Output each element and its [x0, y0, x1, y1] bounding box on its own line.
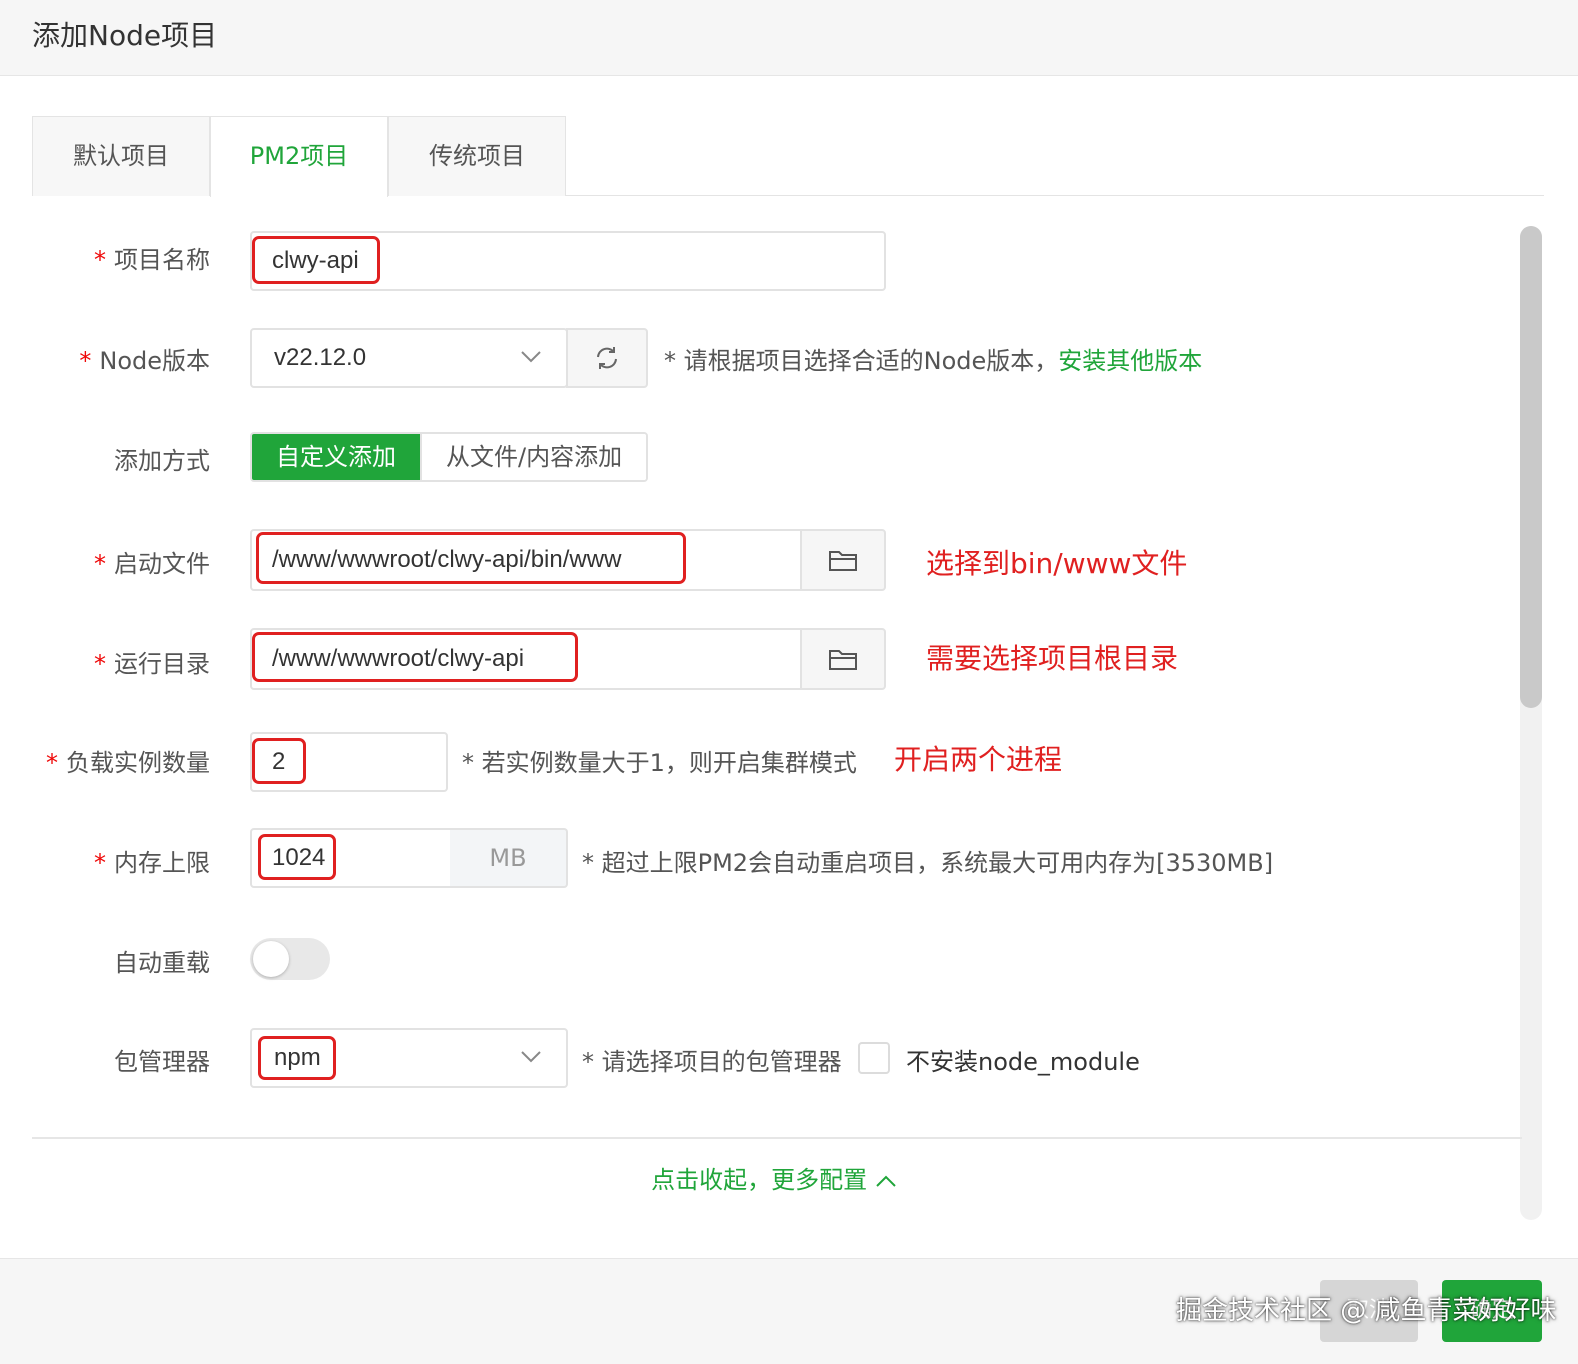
project-name-label-text: 项目名称 [114, 246, 210, 274]
required-mark: * [94, 650, 106, 678]
cancel-button[interactable]: 取消 [1320, 1280, 1418, 1342]
instances-label: * 负载实例数量 [46, 743, 210, 778]
memory-unit-addon: MB [450, 828, 568, 888]
chevron-down-icon [521, 351, 541, 363]
confirm-button[interactable]: 确定 [1442, 1280, 1542, 1342]
chevron-down-icon [521, 1051, 541, 1063]
dialog-title: 添加Node项目 [32, 19, 218, 52]
skip-node-modules-checkbox[interactable] [858, 1042, 890, 1074]
dialog-title-bar: 添加Node项目 [0, 0, 1578, 76]
node-version-label-text: Node版本 [99, 347, 210, 375]
annotation-highlight-package-manager [258, 1036, 336, 1080]
project-type-tabs: 默认项目 PM2项目 传统项目 [32, 116, 1544, 197]
annotation-highlight-run-dir [252, 632, 578, 682]
required-mark: * [94, 849, 106, 877]
node-version-label: * Node版本 [79, 341, 210, 376]
chevron-up-icon [876, 1175, 896, 1187]
project-name-label: * 项目名称 [94, 240, 210, 275]
tab-traditional-project[interactable]: 传统项目 [388, 116, 566, 196]
required-mark: * [79, 347, 92, 375]
collapse-more-config-link[interactable]: 点击收起，更多配置 [0, 1160, 1548, 1195]
instances-annotation: 开启两个进程 [894, 743, 1063, 776]
add-node-project-dialog: 添加Node项目 默认项目 PM2项目 传统项目 * 项目名称 clwy-api … [0, 0, 1578, 1364]
node-version-value: v22.12.0 [274, 344, 367, 371]
run-dir-label: * 运行目录 [94, 644, 210, 679]
node-version-hint: * 请根据项目选择合适的Node版本，安装其他版本 [664, 341, 1202, 376]
package-manager-hint: * 请选择项目的包管理器 [582, 1048, 842, 1076]
install-other-versions-link[interactable]: 安装其他版本 [1058, 347, 1202, 375]
start-file-browse-button[interactable] [800, 529, 886, 591]
node-version-hint-text: * 请根据项目选择合适的Node版本， [664, 347, 1059, 375]
scrollbar-thumb[interactable] [1520, 226, 1542, 708]
memory-limit-label: * 内存上限 [94, 843, 210, 878]
memory-limit-label-text: 内存上限 [114, 849, 210, 877]
toggle-knob [253, 941, 289, 977]
refresh-node-versions-button[interactable] [566, 328, 648, 388]
run-dir-browse-button[interactable] [800, 628, 886, 690]
add-method-segmented: 自定义添加 从文件/内容添加 [250, 432, 649, 482]
auto-reload-label: 自动重载 [114, 949, 210, 977]
required-mark: * [94, 550, 106, 578]
refresh-icon [597, 347, 617, 369]
folder-icon [829, 650, 857, 670]
annotation-highlight-start-file [256, 532, 686, 584]
file-content-add-option[interactable]: 从文件/内容添加 [420, 434, 647, 480]
annotation-highlight-memory [258, 834, 336, 880]
skip-node-modules-label[interactable]: 不安装node_module [906, 1042, 1140, 1077]
run-dir-annotation: 需要选择项目根目录 [926, 642, 1179, 675]
tab-default-project[interactable]: 默认项目 [32, 116, 210, 196]
auto-reload-toggle[interactable] [250, 938, 330, 980]
package-manager-label: 包管理器 [114, 1048, 210, 1076]
memory-limit-hint: * 超过上限PM2会自动重启项目，系统最大可用内存为[3530MB] [582, 849, 1274, 877]
start-file-label-text: 启动文件 [114, 550, 210, 578]
required-mark: * [94, 246, 106, 274]
start-file-label: * 启动文件 [94, 544, 210, 579]
add-method-label: 添加方式 [114, 447, 210, 475]
required-mark: * [46, 749, 58, 777]
annotation-highlight-instances [252, 738, 306, 784]
collapse-more-config-text: 点击收起，更多配置 [651, 1166, 868, 1194]
folder-icon [829, 551, 857, 571]
annotation-highlight-project-name [252, 236, 380, 284]
tab-pm2-project[interactable]: PM2项目 [210, 116, 388, 197]
instances-label-text: 负载实例数量 [66, 749, 210, 777]
custom-add-option[interactable]: 自定义添加 [252, 434, 420, 480]
run-dir-label-text: 运行目录 [114, 650, 210, 678]
start-file-annotation: 选择到bin/www文件 [926, 547, 1188, 580]
instances-hint: * 若实例数量大于1，则开启集群模式 [462, 749, 857, 777]
form-divider [32, 1137, 1522, 1139]
